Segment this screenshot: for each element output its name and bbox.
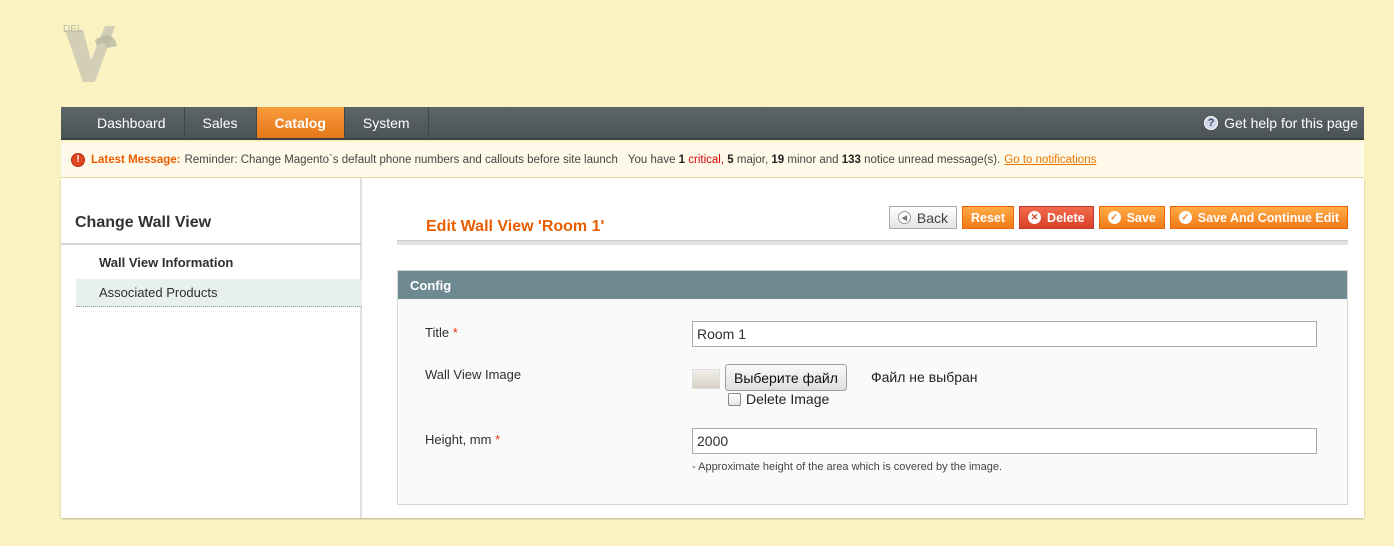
critical-count: 1 bbox=[678, 153, 686, 166]
sidebar-divider bbox=[61, 243, 362, 245]
height-hint: - Approximate height of the area which i… bbox=[692, 461, 1003, 473]
page-header: Edit Wall View 'Room 1' ◀ Back Reset ✕ D… bbox=[397, 178, 1348, 246]
back-button[interactable]: ◀ Back bbox=[888, 206, 957, 229]
required-mark: * bbox=[495, 432, 501, 447]
back-button-label: Back bbox=[916, 209, 948, 226]
image-label: Wall View Image bbox=[425, 367, 522, 382]
question-icon: ? bbox=[1204, 115, 1219, 130]
required-mark: * bbox=[452, 325, 458, 340]
config-panel-header: Config bbox=[398, 271, 1347, 299]
notice-count: 133 bbox=[841, 153, 861, 166]
image-thumbnail[interactable] bbox=[692, 369, 720, 389]
sidebar-tab-associated-products[interactable]: Associated Products bbox=[76, 279, 362, 307]
nav-item-sales[interactable]: Sales bbox=[185, 107, 257, 138]
go-to-notifications-link[interactable]: Go to notifications bbox=[1004, 154, 1096, 166]
choose-file-button[interactable]: Выберите файл bbox=[725, 364, 847, 391]
delete-x-icon: ✕ bbox=[1028, 211, 1042, 224]
delete-image-label: Delete Image bbox=[746, 391, 830, 407]
help-label: Get help for this page bbox=[1224, 114, 1358, 131]
checkmark-icon: ✓ bbox=[1178, 211, 1192, 224]
action-buttons: ◀ Back Reset ✕ Delete ✓ Save ✓ Save And … bbox=[888, 206, 1348, 229]
delete-button-label: Delete bbox=[1047, 210, 1085, 225]
sidebar-title: Change Wall View bbox=[75, 214, 212, 231]
major-label: major, bbox=[736, 153, 769, 166]
nav-item-system[interactable]: System bbox=[345, 107, 429, 138]
header-rule bbox=[397, 240, 1348, 245]
main-nav: Dashboard Sales Catalog System ? Get hel… bbox=[61, 107, 1364, 140]
page-title: Edit Wall View 'Room 1' bbox=[426, 218, 605, 235]
critical-label: critical, bbox=[688, 153, 725, 166]
save-and-continue-label: Save And Continue Edit bbox=[1197, 210, 1339, 225]
title-input[interactable] bbox=[692, 321, 1317, 347]
config-panel: Config Title * Wall View Image Выберите … bbox=[397, 270, 1348, 505]
you-have-text: You have bbox=[627, 153, 676, 166]
back-arrow-icon: ◀ bbox=[897, 211, 911, 224]
height-label: Height, mm * bbox=[425, 432, 501, 447]
minor-label: minor and bbox=[787, 153, 839, 166]
delete-button[interactable]: ✕ Delete bbox=[1019, 206, 1094, 229]
height-input[interactable] bbox=[692, 428, 1317, 454]
warning-icon: ! bbox=[71, 152, 85, 167]
nav-item-dashboard[interactable]: Dashboard bbox=[61, 107, 185, 138]
major-count: 5 bbox=[727, 153, 734, 166]
reset-button-label: Reset bbox=[971, 210, 1006, 225]
reset-button[interactable]: Reset bbox=[962, 206, 1015, 229]
sidebar: Change Wall View Wall View Information A… bbox=[61, 178, 362, 518]
latest-message-text: Reminder: Change Magento`s default phone… bbox=[184, 153, 618, 166]
notice-label: notice unread message(s). bbox=[864, 153, 1001, 166]
nav-item-catalog[interactable]: Catalog bbox=[256, 107, 345, 138]
vc-logo-icon: DEL bbox=[61, 20, 119, 88]
notification-bar: ! Latest Message: Reminder: Change Magen… bbox=[61, 142, 1364, 178]
help-link[interactable]: ? Get help for this page bbox=[1204, 107, 1364, 138]
file-status-text: Файл не выбран bbox=[871, 369, 978, 385]
save-and-continue-button[interactable]: ✓ Save And Continue Edit bbox=[1169, 206, 1348, 229]
sidebar-tab-wall-view-information[interactable]: Wall View Information bbox=[76, 248, 362, 276]
title-label: Title * bbox=[425, 325, 458, 340]
svg-text:DEL: DEL bbox=[63, 24, 83, 35]
save-button-label: Save bbox=[1126, 210, 1156, 225]
delete-image-checkbox[interactable] bbox=[728, 393, 741, 406]
minor-count: 19 bbox=[771, 153, 785, 166]
save-button[interactable]: ✓ Save bbox=[1098, 206, 1165, 229]
latest-message-label: Latest Message: bbox=[91, 153, 181, 166]
main-container: Change Wall View Wall View Information A… bbox=[61, 178, 1364, 518]
checkmark-icon: ✓ bbox=[1107, 211, 1121, 224]
